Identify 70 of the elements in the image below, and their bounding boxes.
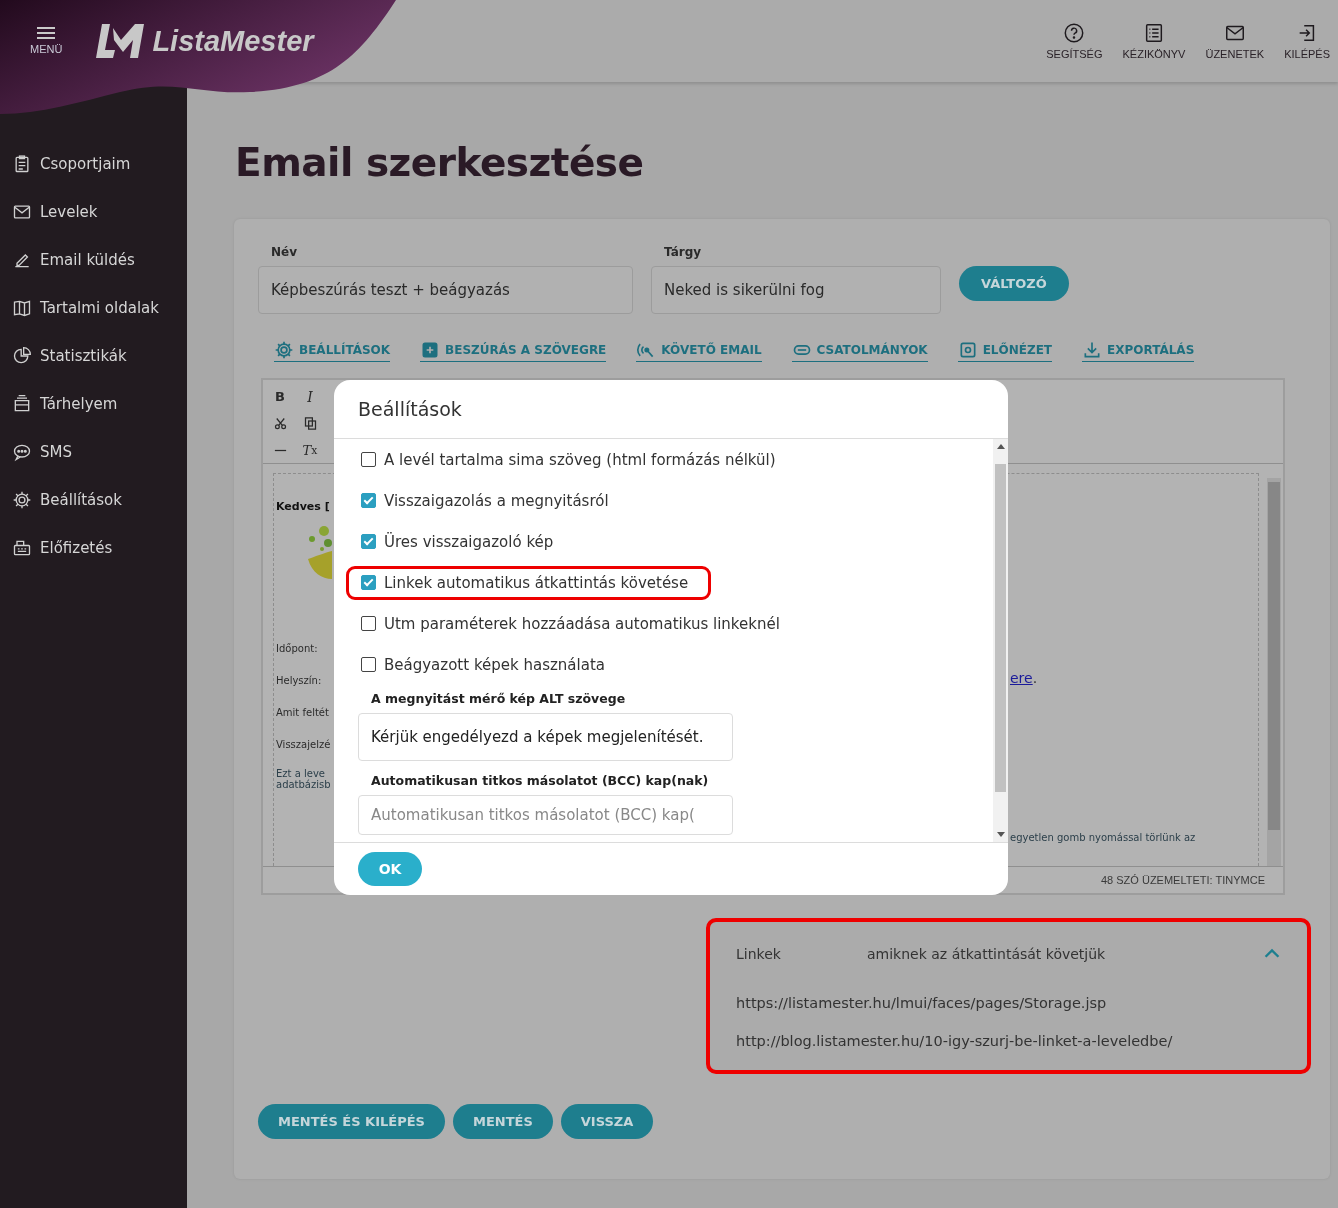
input-field[interactable]: Kérjük engedélyezd a képek megjelenítését. <box>358 713 733 761</box>
input-field[interactable]: Neked is sikerülni fog <box>651 266 941 314</box>
tray-icon <box>12 394 32 414</box>
sidebar-item[interactable]: SMS <box>0 428 187 476</box>
gear-icon <box>12 490 32 510</box>
checkbox[interactable] <box>361 452 376 467</box>
checkbox-option[interactable]: Üres visszaigazoló kép <box>346 524 577 559</box>
scissors-icon[interactable] <box>272 416 288 431</box>
panel-subtitle: amiknek az átkattintását követjük <box>867 946 1106 962</box>
status-text: 48 SZÓ ÜZEMELTETI: TINYMCE <box>1101 874 1265 886</box>
checkbox-option[interactable]: Linkek automatikus átkattintás követése <box>346 565 712 600</box>
editor-text: Kedves [ <box>276 500 330 513</box>
scrollbar[interactable] <box>993 439 1008 842</box>
header-action[interactable]: KILÉPÉS <box>1284 22 1330 60</box>
checkbox[interactable] <box>361 616 376 631</box>
menu-icon <box>37 27 56 39</box>
gear-icon <box>274 340 294 360</box>
editor-text: egyetlen gomb nyomással törlünk az <box>1010 832 1196 843</box>
menu-button[interactable]: MENÜ <box>30 27 63 55</box>
input-field[interactable]: Képbeszúrás teszt + beágyazás <box>258 266 633 314</box>
editor-text: adatbázisb <box>276 779 331 790</box>
bold-button[interactable]: B <box>271 386 289 407</box>
page-title: Email szerkesztése <box>235 140 645 185</box>
logo-text: ListaMester <box>152 24 314 58</box>
sidebar-item[interactable]: Beállítások <box>0 476 187 524</box>
sidebar-item[interactable]: Tartalmi oldalak <box>0 284 187 332</box>
book-icon <box>12 298 32 318</box>
logo-icon <box>96 24 145 58</box>
checkbox-option[interactable]: Beágyazott képek használata <box>346 647 628 682</box>
sidebar-item[interactable]: Csoportjaim <box>0 140 187 188</box>
sidebar-item[interactable]: Statisztikák <box>0 332 187 380</box>
field-label: Név <box>270 245 298 259</box>
download-icon <box>1082 340 1103 360</box>
editor-text: Helyszín: <box>276 675 322 688</box>
sidebar-item[interactable]: Levelek <box>0 188 187 236</box>
checkbox[interactable] <box>361 575 376 590</box>
editor-text: Visszajelzé <box>276 739 331 752</box>
editor-text: Amit feltét <box>276 707 329 720</box>
field-label: Tárgy <box>663 245 703 259</box>
link[interactable]: ere <box>1010 670 1033 686</box>
chat-icon <box>12 442 32 462</box>
editor-text: Időpont: <box>276 643 318 656</box>
sidebar-item[interactable]: Előfizetés <box>0 524 187 572</box>
field-label: Automatikusan titkos másolatot (BCC) kap(nak) <box>370 772 710 790</box>
checkbox[interactable] <box>361 657 376 672</box>
header-action[interactable]: KÉZIKÖNYV <box>1122 22 1186 60</box>
checkbox[interactable] <box>361 534 376 549</box>
header-action[interactable]: SEGÍTSÉG <box>1046 22 1103 60</box>
link-text: http://blog.listamester.hu/10-igy-szurj-be-linket-a-leveledbe/ <box>736 1032 1174 1051</box>
checkbox-option[interactable]: Visszaigazolás a megnyitásról <box>346 483 632 518</box>
panel-title: Linkek <box>736 946 782 962</box>
copy-icon[interactable] <box>302 416 318 431</box>
input-field[interactable]: Automatikusan titkos másolatot (BCC) kap( <box>358 795 733 835</box>
pie-chart-icon <box>12 346 32 366</box>
editor-text: ere. <box>1010 670 1039 686</box>
checkbox-option[interactable]: A levél tartalma sima szöveg (html formázás nélkül) <box>346 442 799 477</box>
cash-register-icon <box>12 538 32 558</box>
checkbox-option[interactable]: Utm paraméterek hozzáadása automatikus linkeknél <box>346 606 803 641</box>
sidebar-item[interactable]: Tárhelyem <box>0 380 187 428</box>
link-text: https://listamester.hu/lmui/faces/pages/Storage.jsp <box>736 994 1108 1013</box>
checkbox[interactable] <box>361 493 376 508</box>
header-action[interactable]: ÜZENETEK <box>1205 22 1265 60</box>
scrollbar[interactable] <box>1267 478 1281 866</box>
italic-button[interactable]: I <box>301 386 319 407</box>
field-label: A megnyitást mérő kép ALT szövege <box>370 690 627 708</box>
plus-square-icon <box>420 340 441 360</box>
editor-text: Ezt a leve <box>276 768 325 779</box>
sidebar-item[interactable]: Email küldés <box>0 236 187 284</box>
help-icon <box>1063 22 1086 44</box>
dialog-title: Beállítások <box>334 380 1008 439</box>
